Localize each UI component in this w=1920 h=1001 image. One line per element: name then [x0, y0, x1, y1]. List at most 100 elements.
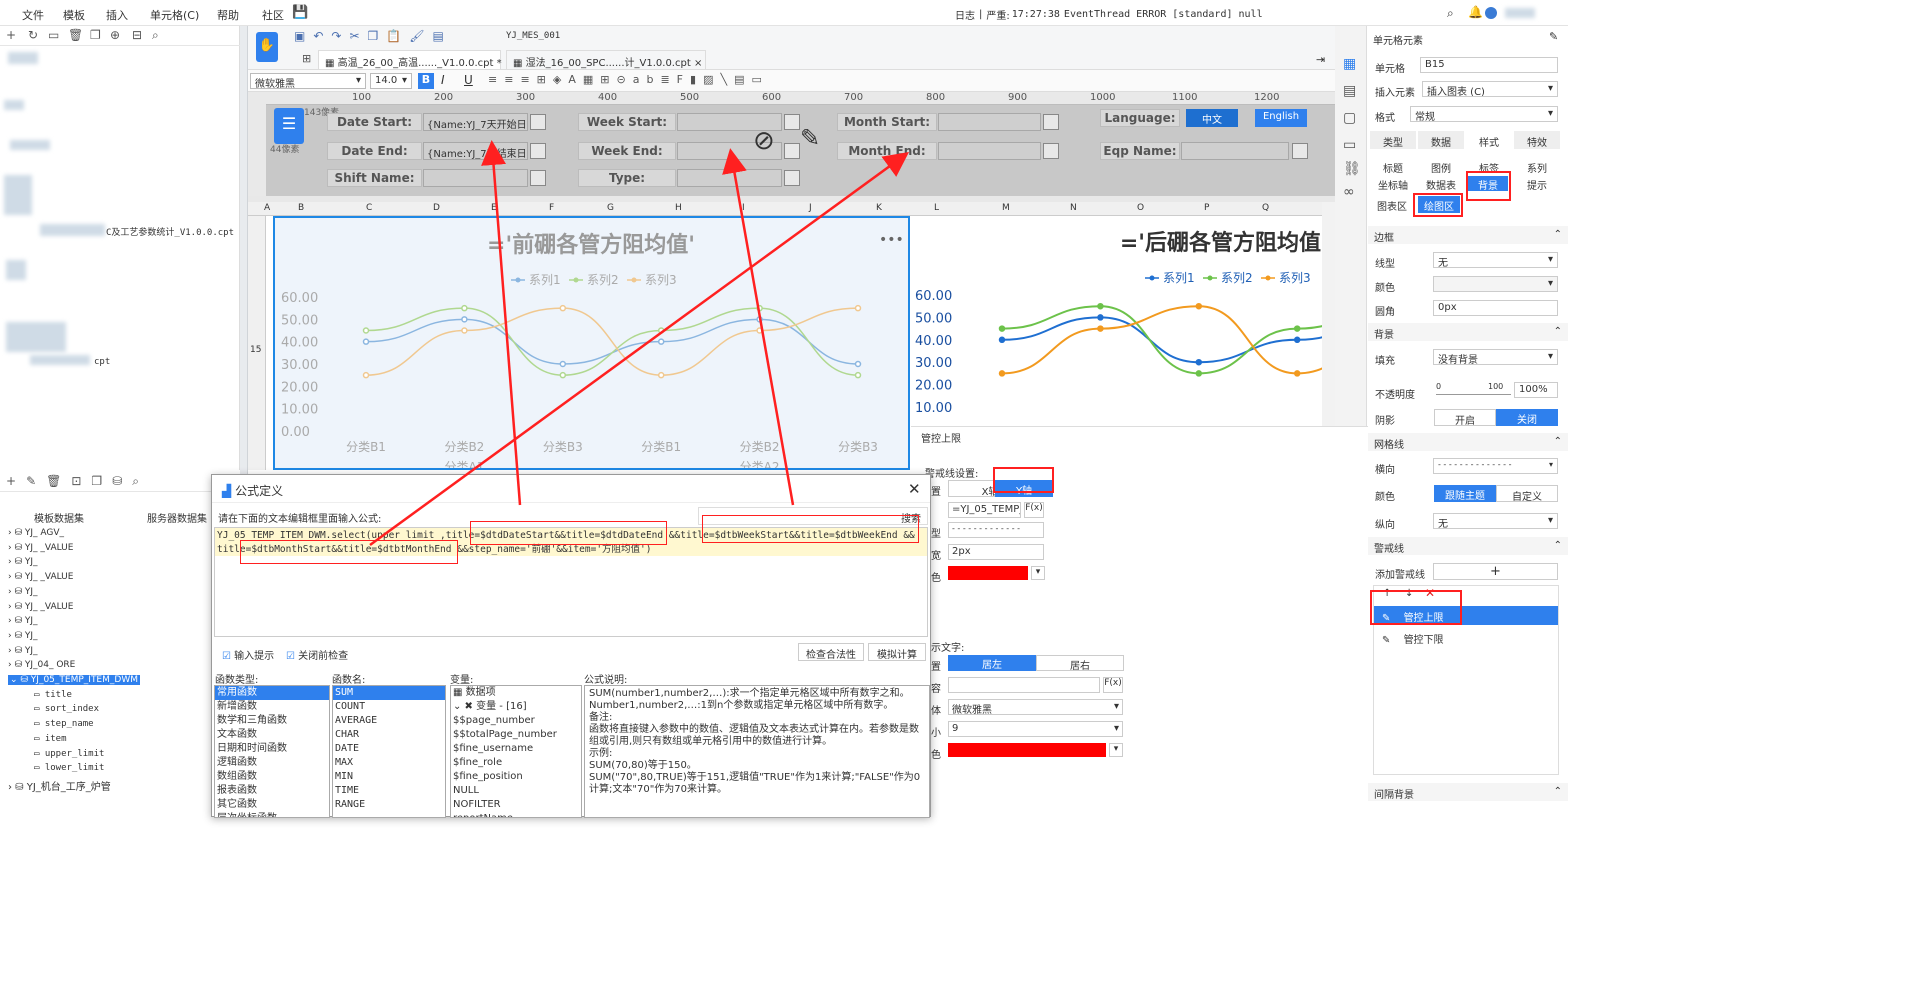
col-m[interactable]: M [1002, 203, 1010, 213]
tab-menu-icon[interactable]: ⇥ [1316, 53, 1325, 66]
border-color-picker[interactable]: ▾ [1433, 276, 1558, 292]
dataset-item[interactable]: ⌄ ⛁ YJ_05_TEMP_ITEM_DWM [8, 675, 140, 685]
lang-cn-button[interactable]: 中文 [1186, 109, 1238, 127]
menu-community[interactable]: 社区 [262, 7, 284, 23]
line-style-select[interactable]: - - - - - - - - - - - - - [948, 522, 1044, 538]
col-p[interactable]: P [1204, 203, 1209, 213]
grid-h-select[interactable]: - - - - - - - - - - - - - - ▾ [1433, 458, 1558, 474]
avatar[interactable] [1485, 7, 1497, 19]
cut-icon[interactable]: ✂ [349, 29, 367, 43]
section-grid[interactable]: 网格线 ⌃ [1368, 433, 1568, 451]
font-family-select[interactable]: 微软雅黑 ▾ [250, 73, 366, 90]
month-end-label[interactable]: Month End: [837, 142, 937, 160]
dataset-field[interactable]: ▭ sort_index [34, 704, 99, 714]
brush-icon[interactable]: 🖌 [409, 29, 432, 43]
variable-item[interactable]: ⌄ ✖ 变量 - [16] [451, 700, 581, 714]
sub-label[interactable]: 标签 [1466, 160, 1512, 175]
col-a[interactable]: A [264, 203, 270, 213]
function-name-item[interactable]: TIME [333, 784, 445, 798]
grid-icon[interactable]: ⊞ [302, 52, 311, 65]
variable-item[interactable]: $$totalPage_number [451, 728, 581, 742]
formula-editor[interactable]: YJ_05_TEMP_ITEM_DWM.select(upper_limit ,… [214, 527, 928, 637]
add-warning-button[interactable]: + [1433, 563, 1558, 580]
tab-template-dataset[interactable]: 模板数据集 [34, 510, 84, 525]
format-select[interactable]: 常规 ▾ [1410, 106, 1558, 122]
section-warning[interactable]: 警戒线 ⌃ [1368, 537, 1568, 555]
condition-icon[interactable]: ▭ [1343, 137, 1356, 153]
function-type-item[interactable]: 文本函数 [215, 728, 329, 742]
month-start-label[interactable]: Month Start: [837, 113, 937, 131]
underline-button[interactable]: U [464, 73, 473, 87]
col-c[interactable]: C [366, 203, 372, 213]
col-o[interactable]: O [1137, 203, 1144, 213]
col-j[interactable]: J [809, 203, 812, 213]
function-name-item[interactable]: SUM [333, 686, 445, 700]
pin-icon[interactable]: ✎ [1549, 30, 1558, 43]
folder-icon[interactable]: ▭ [48, 28, 59, 42]
cell-input[interactable]: B15 [1420, 57, 1558, 73]
col-e[interactable]: E [491, 203, 497, 213]
line-color-swatch[interactable] [948, 566, 1028, 580]
function-name-item[interactable]: RANGE [333, 798, 445, 812]
function-name-item[interactable]: MIN [333, 770, 445, 784]
warning-item-lower[interactable]: ✎ 管控下限 [1374, 628, 1558, 647]
menu-cell[interactable]: 单元格(C) [150, 7, 199, 23]
function-name-item[interactable]: AVERAGE [333, 714, 445, 728]
function-name-item[interactable]: COUNT [333, 700, 445, 714]
link-icon[interactable]: ⊝ [617, 73, 633, 86]
dataset-item[interactable]: › ⛁ YJ_ [8, 557, 38, 567]
copy-icon-2[interactable]: ❐ [368, 29, 387, 43]
section-border[interactable]: 边框 ⌃ [1368, 226, 1568, 244]
move-down-icon[interactable]: ↓ [1405, 588, 1413, 599]
section-gap-bg[interactable]: 间隔背景 ⌃ [1368, 783, 1568, 801]
close-check-checkbox[interactable]: ☑ 关闭前检查 [286, 647, 348, 662]
dropdown-icon-3[interactable] [784, 143, 800, 159]
vertical-scrollbar[interactable] [1322, 202, 1335, 426]
bold-button[interactable]: B [418, 73, 434, 89]
type-label[interactable]: Type: [578, 169, 676, 187]
eqp-name-label[interactable]: Eqp Name: [1100, 142, 1180, 160]
dataset-item[interactable]: › ⛁ YJ_ AGV_ [8, 528, 64, 538]
chart-back[interactable]: ='后硼各管方阻均值 系列1 系列2 系列3 10.00 20.00 30.00 40.00 5… [911, 216, 1399, 426]
dataset-delete-icon[interactable]: 🗑 [46, 474, 71, 488]
query-widget-icon[interactable]: ☰ [274, 108, 304, 144]
filter-icon[interactable]: ⊟ [132, 28, 142, 42]
sub-axis[interactable]: 坐标轴 [1370, 177, 1416, 192]
col-f[interactable]: F [549, 203, 554, 213]
dataset-item[interactable]: › ⛁ YJ_04_ ORE [8, 660, 75, 670]
dataset-add-icon[interactable]: + [6, 474, 26, 488]
sub-datatable[interactable]: 数据表 [1418, 177, 1464, 192]
menu-file[interactable]: 文件 [22, 7, 44, 23]
remove-icon[interactable]: ✕ [1425, 586, 1435, 600]
dataset-db-icon[interactable]: ⛁ [112, 474, 132, 488]
variable-item[interactable]: $fine_username [451, 742, 581, 756]
custom-color-button[interactable]: 自定义 [1496, 485, 1558, 503]
dialog-close-icon[interactable]: ✕ [908, 480, 921, 498]
week-start-label[interactable]: Week Start: [578, 113, 676, 131]
dataset-preview-icon[interactable]: ⊡ [71, 474, 91, 488]
cell-attr-icon[interactable]: ▦ [1343, 56, 1356, 72]
warning-value-input[interactable]: =YJ_05_TEMP_ [948, 502, 1021, 518]
hint-font-select[interactable]: 微软雅黑 ▾ [948, 699, 1123, 716]
dataset-item[interactable]: › ⛁ YJ_ [8, 646, 38, 656]
hint-color-dropdown-icon[interactable]: ▾ [1109, 743, 1123, 757]
radius-input[interactable]: 0px [1433, 300, 1558, 316]
widget-attr-icon[interactable]: ▤ [1343, 83, 1356, 99]
week-end-label[interactable]: Week End: [578, 142, 676, 160]
tab-shifa[interactable]: ▦ 湿法_16_00_SPC......计_V1.0.0.cpt × [506, 50, 706, 69]
function-type-item[interactable]: 层次坐标函数 [215, 812, 329, 817]
dataset-field[interactable]: ▭ title [34, 690, 72, 700]
copy-icon[interactable]: ❐ [90, 28, 101, 42]
tree-file-item-2[interactable]: cpt [94, 357, 110, 367]
variable-item[interactable]: reportName [451, 812, 581, 817]
variable-item[interactable]: $fine_position [451, 770, 581, 784]
preview-icon[interactable]: ▤ [432, 29, 451, 43]
sub-title[interactable]: 标题 [1370, 160, 1416, 175]
add-icon[interactable]: + [6, 28, 16, 42]
shift-name-input[interactable] [423, 169, 528, 187]
input-hint-checkbox[interactable]: ☑ 输入提示 [222, 647, 274, 662]
function-type-item[interactable]: 数学和三角函数 [215, 714, 329, 728]
dataset-search-icon[interactable]: ⌕ [132, 474, 149, 488]
undo-icon[interactable]: ↶ [313, 29, 331, 43]
link-icon-2[interactable]: ∞ [1343, 184, 1355, 200]
